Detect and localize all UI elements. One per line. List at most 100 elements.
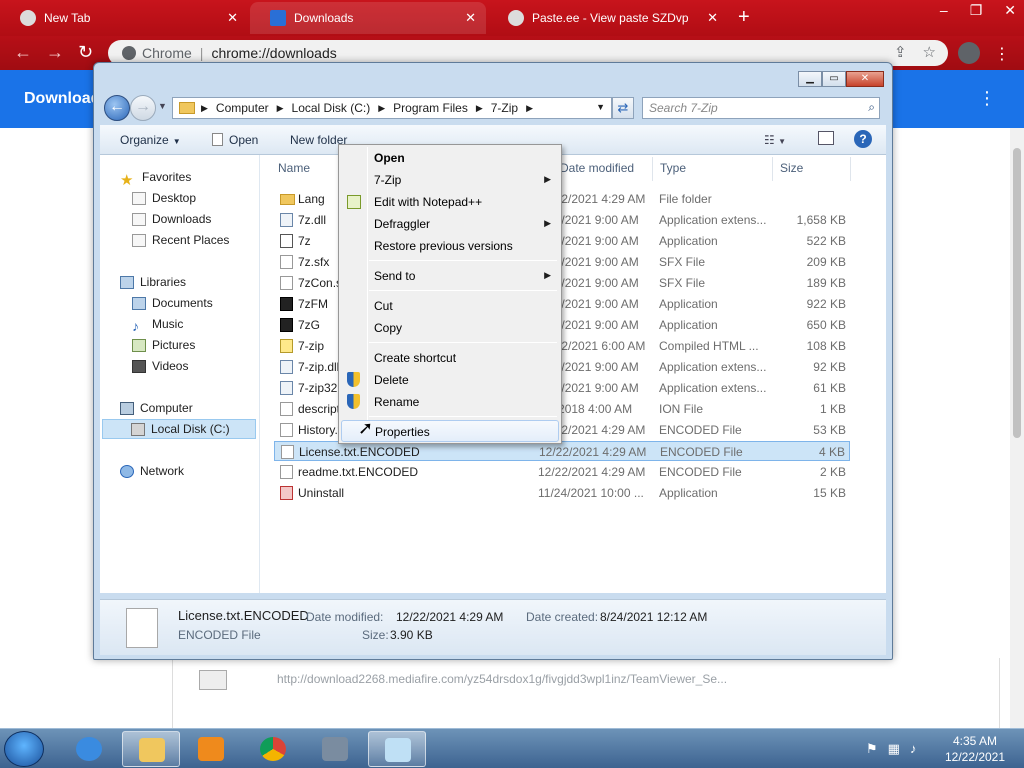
close-button[interactable]: ✕	[846, 71, 884, 87]
bookmark-star-icon[interactable]: ☆	[923, 43, 936, 61]
column-header-date[interactable]: Date modified	[560, 161, 634, 175]
address-bar[interactable]: ▶ Computer ▶ Local Disk (C:) ▶ Program F…	[172, 97, 612, 119]
close-icon[interactable]: ✕	[227, 10, 238, 26]
minimize-button[interactable]: ▁	[798, 71, 822, 87]
search-icon[interactable]: ⌕	[868, 100, 875, 115]
reload-icon[interactable]: ↻	[78, 42, 93, 63]
table-row[interactable]: readme.txt.ENCODED 12/22/2021 4:29 AM ENCO…	[274, 462, 850, 482]
taskbar-explorer[interactable]	[122, 731, 180, 767]
menu-item-open[interactable]: Open	[341, 147, 559, 169]
column-header-type[interactable]: Type	[660, 161, 686, 175]
file-type: ENCODED File	[659, 465, 742, 479]
column-divider[interactable]	[850, 157, 851, 181]
menu-item-7zip[interactable]: 7-Zip ▶	[341, 169, 559, 191]
help-icon[interactable]: ?	[854, 130, 872, 148]
chrome-icon	[260, 737, 286, 761]
close-icon[interactable]: ✕	[707, 10, 718, 26]
nav-network[interactable]: Network	[120, 461, 184, 481]
uac-shield-icon	[347, 372, 360, 387]
action-center-flag-icon[interactable]: ⚑	[866, 741, 878, 757]
menu-item-rename[interactable]: Rename	[341, 391, 559, 413]
menu-item-cut[interactable]: Cut	[341, 295, 559, 317]
column-header-size[interactable]: Size	[780, 161, 803, 175]
column-divider[interactable]	[652, 157, 653, 181]
close-icon[interactable]: ✕	[465, 10, 476, 26]
chevron-right-icon[interactable]: ▶	[476, 103, 483, 114]
table-row-selected[interactable]: License.txt.ENCODED 12/22/2021 4:29 AM ENC…	[274, 441, 850, 461]
organize-button[interactable]: Organize ▼	[120, 133, 181, 147]
forward-arrow-icon[interactable]: →	[46, 42, 64, 63]
taskbar-network-app[interactable]	[306, 731, 364, 767]
nav-pictures[interactable]: Pictures	[132, 335, 195, 355]
nav-computer[interactable]: Computer	[120, 398, 193, 418]
nav-videos[interactable]: Videos	[132, 356, 188, 376]
nav-downloads[interactable]: Downloads	[132, 209, 211, 229]
change-view-button[interactable]: ☷ ▼	[764, 133, 786, 147]
more-menu-icon[interactable]: ⋮	[978, 88, 996, 109]
nav-documents[interactable]: Documents	[132, 293, 213, 313]
column-divider[interactable]	[772, 157, 773, 181]
tab-paste[interactable]: Paste.ee - View paste SZDvp ✕	[488, 2, 728, 34]
file-icon	[280, 465, 293, 479]
menu-item-create-shortcut[interactable]: Create shortcut	[341, 347, 559, 369]
nav-music[interactable]: ♪ Music	[132, 314, 183, 334]
nav-favorites[interactable]: ★ Favorites	[120, 167, 191, 189]
close-icon[interactable]: ✕	[1004, 2, 1016, 19]
menu-item-send-to[interactable]: Send to ▶	[341, 265, 559, 287]
file-icon	[280, 402, 293, 416]
menu-item-notepadpp[interactable]: Edit with Notepad++	[341, 191, 559, 213]
omnibox-url: chrome://downloads	[211, 45, 337, 61]
chrome-menu-icon[interactable]: ⋮	[994, 44, 1010, 64]
taskbar-chrome[interactable]	[244, 731, 302, 767]
breadcrumb-program-files[interactable]: Program Files	[393, 101, 468, 115]
open-button[interactable]: Open	[212, 133, 258, 147]
tab-new-tab[interactable]: New Tab ✕	[0, 2, 248, 34]
back-button[interactable]: ←	[104, 95, 130, 121]
menu-item-defraggler[interactable]: Defraggler ▶	[341, 213, 559, 235]
videos-icon	[132, 359, 146, 373]
maximize-button[interactable]: ▭	[822, 71, 846, 87]
tab-downloads[interactable]: Downloads ✕	[250, 2, 486, 34]
chevron-right-icon[interactable]: ▶	[277, 103, 284, 114]
preview-pane-icon[interactable]	[818, 131, 834, 145]
taskbar-media-player[interactable]	[182, 731, 240, 767]
chevron-right-icon[interactable]: ▶	[201, 103, 208, 114]
nav-desktop[interactable]: Desktop	[132, 188, 196, 208]
menu-label: Defraggler	[374, 217, 431, 231]
refresh-button[interactable]: ⇄	[612, 97, 634, 119]
chevron-down-icon[interactable]: ▼	[596, 102, 605, 112]
nav-libraries[interactable]: Libraries	[120, 272, 186, 292]
scrollbar-thumb[interactable]	[1013, 148, 1021, 438]
menu-item-delete[interactable]: Delete	[341, 369, 559, 391]
volume-icon[interactable]: ♪	[910, 741, 917, 757]
share-icon[interactable]: ⇪	[894, 43, 907, 61]
table-row[interactable]: Uninstall 11/24/2021 10:00 ... Application…	[274, 483, 850, 503]
forward-button[interactable]: →	[130, 95, 156, 121]
chevron-right-icon[interactable]: ▶	[526, 103, 533, 114]
column-header-name[interactable]: Name	[278, 161, 310, 175]
restore-icon[interactable]: ❐	[970, 2, 983, 19]
breadcrumb-computer[interactable]: Computer	[216, 101, 269, 115]
menu-item-copy[interactable]: Copy	[341, 317, 559, 339]
nav-local-disk[interactable]: Local Disk (C:)	[102, 419, 256, 439]
network-tray-icon[interactable]: ▦	[888, 741, 900, 757]
minimize-icon[interactable]: –	[940, 2, 948, 19]
download-url[interactable]: http://download2268.mediafire.com/yz54dr…	[277, 672, 727, 686]
start-button[interactable]	[4, 731, 44, 767]
chevron-right-icon[interactable]: ▶	[378, 103, 385, 114]
menu-item-properties[interactable]: Properties	[341, 420, 559, 442]
taskbar-notepad[interactable]	[368, 731, 426, 767]
search-input[interactable]: Search 7-Zip ⌕	[642, 97, 880, 119]
new-tab-button[interactable]: +	[738, 6, 750, 29]
page-scrollbar[interactable]	[1010, 128, 1024, 728]
back-arrow-icon[interactable]: ←	[14, 42, 32, 63]
profile-avatar-icon[interactable]	[958, 42, 980, 64]
nav-recent-places[interactable]: Recent Places	[132, 230, 229, 250]
clock[interactable]: 4:35 AM 12/22/2021	[940, 733, 1010, 765]
breadcrumb-7zip[interactable]: 7-Zip	[491, 101, 518, 115]
menu-item-restore-versions[interactable]: Restore previous versions	[341, 235, 559, 257]
taskbar-internet-explorer[interactable]	[60, 731, 118, 767]
breadcrumb-local-disk[interactable]: Local Disk (C:)	[292, 101, 371, 115]
notepadpp-icon	[347, 195, 361, 209]
recent-pages-dropdown[interactable]: ▼	[158, 101, 167, 111]
